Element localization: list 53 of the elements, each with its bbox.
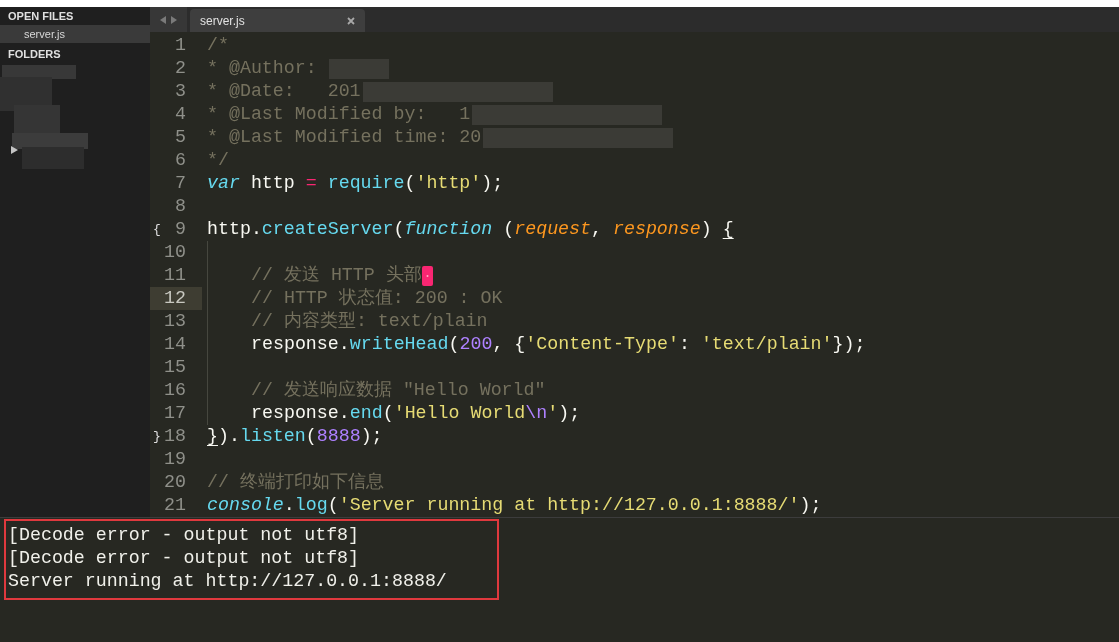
code-line: // 内容类型: text/plain xyxy=(251,310,488,333)
code-line: // 终端打印如下信息 xyxy=(207,471,384,494)
line-number: 4 xyxy=(175,103,186,126)
line-number: 11 xyxy=(164,264,186,287)
code-line: response.writeHead(200, {'Content-Type': 'text/plain'}); xyxy=(251,333,866,356)
line-number: 12 xyxy=(164,287,186,310)
code-line: * @Author: xyxy=(207,57,317,80)
error-highlight-icon xyxy=(421,265,433,286)
file-tab[interactable]: server.js xyxy=(190,9,365,32)
code-line: // 发送响应数据 "Hello World" xyxy=(251,379,546,402)
line-number: 5 xyxy=(175,126,186,149)
line-number: 3 xyxy=(175,80,186,103)
code-line: * @Date: 201 xyxy=(207,80,361,103)
expand-triangle-icon[interactable] xyxy=(11,146,18,154)
code-line: // HTTP 状态值: 200 : OK xyxy=(251,287,503,310)
output-line: [Decode error - output not utf8] xyxy=(8,524,360,547)
line-number: 19 xyxy=(164,448,186,471)
line-number: 18 xyxy=(164,425,186,448)
code-line: response.end('Hello World\n'); xyxy=(251,402,581,425)
line-number: 17 xyxy=(164,402,186,425)
line-number: 21 xyxy=(164,494,186,517)
sidebar-heading: OPEN FILES xyxy=(8,9,74,25)
line-number: 8 xyxy=(175,195,186,218)
code-line: var http = require('http'); xyxy=(207,172,504,195)
close-icon[interactable] xyxy=(347,16,355,25)
left-arrow-icon[interactable] xyxy=(160,15,166,24)
fold-marker[interactable]: } xyxy=(153,425,161,448)
line-number: 6 xyxy=(175,149,186,172)
line-number: 1 xyxy=(175,34,186,57)
code-line: * @Last Modified time: 20 xyxy=(207,126,482,149)
line-number: 7 xyxy=(175,172,186,195)
line-number: 2 xyxy=(175,57,186,80)
output-line: Server running at http://127.0.0.1:8888/ xyxy=(8,570,447,593)
code-line: */ xyxy=(207,149,229,172)
output-line: [Decode error - output not utf8] xyxy=(8,547,360,570)
fold-marker[interactable]: { xyxy=(153,218,161,241)
line-number: 20 xyxy=(164,471,186,494)
line-number: 13 xyxy=(164,310,186,333)
line-number: 9 xyxy=(175,218,186,241)
sidebar-heading: FOLDERS xyxy=(8,46,61,62)
code-line: http.createServer(function (request, response) { xyxy=(207,218,734,241)
line-number: 10 xyxy=(164,241,186,264)
line-number: 15 xyxy=(164,356,186,379)
code-line: // 发送 HTTP 头部 xyxy=(251,264,422,287)
line-number: 16 xyxy=(164,379,186,402)
tab-label: server.js xyxy=(200,12,245,30)
line-number: 14 xyxy=(164,333,186,356)
code-line: console.log('Server running at http://127.0.0.1:8888/'); xyxy=(207,494,822,517)
code-line: * @Last Modified by: 1 xyxy=(207,103,471,126)
open-file-item[interactable]: server.js xyxy=(0,25,150,43)
right-arrow-icon[interactable] xyxy=(171,15,177,24)
code-line: }).listen(8888); xyxy=(207,425,383,448)
code-line: /* xyxy=(207,34,229,57)
